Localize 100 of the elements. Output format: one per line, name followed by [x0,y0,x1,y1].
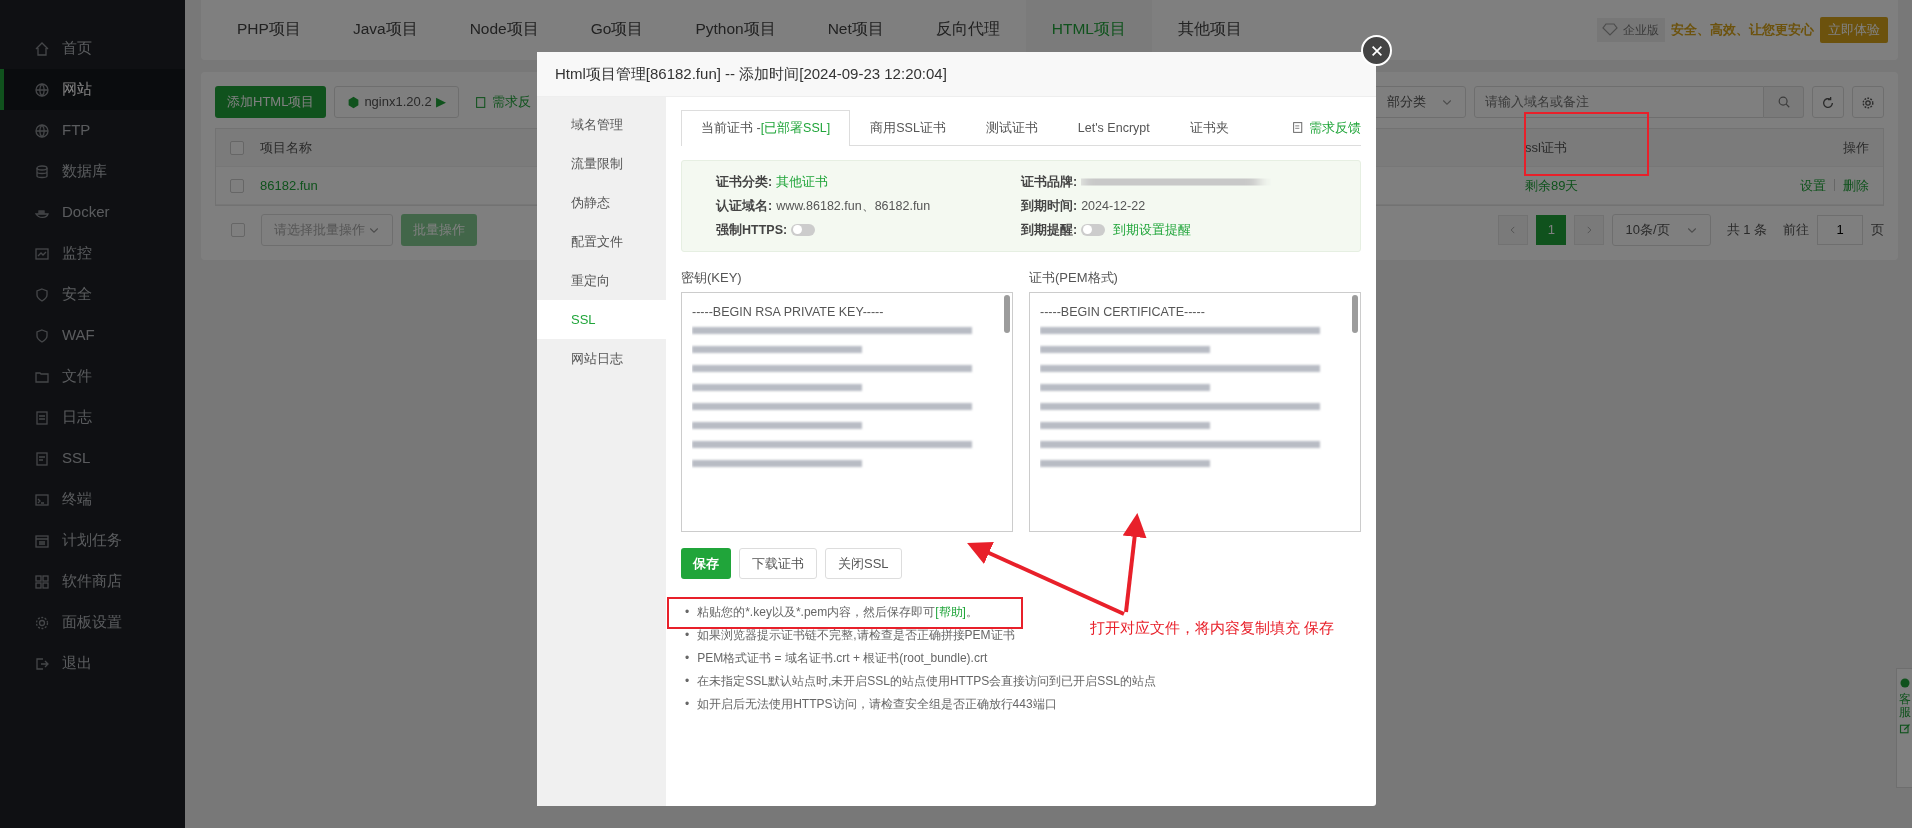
action-button[interactable]: 保存 [681,547,731,580]
project-tab[interactable]: Java项目 [326,0,444,60]
scrollbar [1004,294,1010,333]
note-text: 如果浏览器提示证书链不完整,请检查是否正确拼接PEM证书 [697,627,1015,645]
close-icon [1369,43,1384,58]
info-label: 证书分类: [716,174,773,191]
info-label: 到期提醒: [1021,221,1078,239]
info-value: www.86182.fun、86182.fun [776,197,931,215]
refresh-icon [1821,95,1835,110]
reminder-link[interactable]: 到期设置提醒 [1113,220,1192,240]
search-icon [1776,95,1791,109]
sidebar-item[interactable]: 退出 [0,643,185,684]
home-icon [34,40,50,57]
sidebar-item[interactable]: 监控 [0,233,185,274]
sidebar-item[interactable]: 面板设置 [0,602,185,643]
promo-text: 安全、高效、让您更安心 [1671,21,1814,40]
cert-tab[interactable]: Let's Encrypt [1057,110,1170,145]
note-icon [1292,121,1305,134]
database-icon [34,163,50,180]
nginx-button[interactable]: nginx1.20.2 ▶ [334,86,459,118]
text-area[interactable]: -----BEGIN CERTIFICATE----- [1029,291,1361,532]
sidebar-item[interactable]: 计划任务 [0,520,185,561]
info-label: 强制HTTPS: [716,221,788,239]
dialog-title: Html项目管理[86182.fun] -- 添加时间[2024-09-23 12:20:04] [537,52,1376,97]
page-button[interactable]: 1 [1536,214,1567,245]
nav-item[interactable]: 流量限制 [537,144,666,183]
cert-tab[interactable]: 测试证书 [965,110,1058,145]
bullet-mark: • [685,650,690,668]
toggle-switch[interactable] [1081,223,1106,236]
sidebar-item[interactable]: 终端 [0,479,185,520]
monitor-icon [34,245,50,262]
sidebar-item[interactable]: 软件商店 [0,561,185,602]
sidebar-item[interactable]: 网站 [0,69,185,110]
cert-tab[interactable]: 商用SSL证书 [850,110,966,145]
column-header: ssl证书 [1525,138,1568,157]
sidebar-item[interactable]: 日志 [0,397,185,438]
next-button[interactable] [1574,214,1605,245]
sidebar-item[interactable]: Docker [0,192,185,233]
action-button[interactable]: 下载证书 [739,547,817,580]
note-text: 粘贴您的*.key以及*.pem内容，然后保存即可[帮助]。 [697,604,978,622]
feedback-link[interactable]: 需求反 [474,92,531,112]
help-link[interactable]: [帮助] [935,605,966,620]
checkbox[interactable] [230,178,244,193]
trial-button[interactable]: 立即体验 [1820,17,1888,43]
ssl-status: 剩余89天 [1525,176,1580,195]
bullet-mark: • [685,673,690,691]
note-text: 如开启后无法使用HTTPS访问，请检查安全组是否正确放行443端口 [697,696,1057,714]
sidebar-item[interactable]: 文件 [0,356,185,397]
sidebar-item[interactable]: WAF [0,315,185,356]
sidebar-item[interactable]: 首页 [0,28,185,69]
action-link[interactable]: 删除 [1843,175,1869,196]
sidebar-item[interactable]: 数据库 [0,151,185,192]
nav-item[interactable]: 网站日志 [537,339,666,378]
goto-label: 前往 [1783,221,1809,239]
action-button[interactable]: 关闭SSL [825,547,902,580]
play-icon: ▶ [435,92,446,112]
diamond-icon [1602,21,1618,37]
nav-item[interactable]: SSL [537,300,666,339]
settings-button[interactable] [1852,86,1884,118]
bullet-mark: • [685,627,690,645]
column-header: 操作 [1843,138,1869,157]
nav-item[interactable]: 域名管理 [537,105,666,144]
nav-item[interactable]: 伪静态 [537,183,666,222]
info-label: 认证域名: [716,197,773,215]
shield-icon [34,327,50,344]
previous-button[interactable] [1498,214,1529,245]
sidebar-item[interactable]: FTP [0,110,185,151]
nav-item[interactable]: 配置文件 [537,222,666,261]
toggle-switch[interactable] [791,223,816,236]
scrollbar [1352,294,1358,333]
page-input[interactable]: 1 [1817,214,1863,245]
search-field[interactable]: 请输入域名或备注 [1474,86,1764,118]
note-text: PEM格式证书 = 域名证书.crt + 根证书(root_bundle).crt [697,650,988,668]
refresh-button[interactable] [1812,86,1844,118]
field-label: 证书(PEM格式) [1029,269,1119,288]
service-link[interactable]: 客服 [1898,693,1911,720]
search-button[interactable] [1764,86,1804,118]
bullet-mark: • [685,604,690,622]
grid-icon [34,573,50,590]
headset-icon [1898,677,1911,689]
text-area[interactable]: -----BEGIN RSA PRIVATE KEY----- [681,291,1013,532]
column-header: 项目名称 [260,138,313,157]
sidebar-item[interactable]: SSL [0,438,185,479]
terminal-icon [34,491,50,508]
page-suffix: 页 [1871,221,1884,239]
nav-item[interactable]: 重定向 [537,261,666,300]
cert-tab[interactable]: 证书夹 [1169,110,1249,145]
note-text: 在未指定SSL默认站点时,未开启SSL的站点使用HTTPS会直接访问到已开启SSL的站点 [697,673,1156,691]
document-icon [34,409,50,426]
document-icon [34,450,50,467]
sidebar-item[interactable]: 安全 [0,274,185,315]
checkbox[interactable] [230,140,244,155]
logout-icon [34,655,50,672]
page-size-select[interactable]: 10条/页 [1612,214,1711,246]
action-link[interactable]: 设置 [1800,175,1826,196]
globe-icon [34,122,50,139]
checkbox[interactable] [231,222,245,237]
project-tab[interactable]: PHP项目 [211,0,327,60]
cert-tab[interactable]: 当前证书 -[已部署SSL] [681,110,851,146]
add-project-button[interactable]: 添加HTML项目 [215,86,327,118]
